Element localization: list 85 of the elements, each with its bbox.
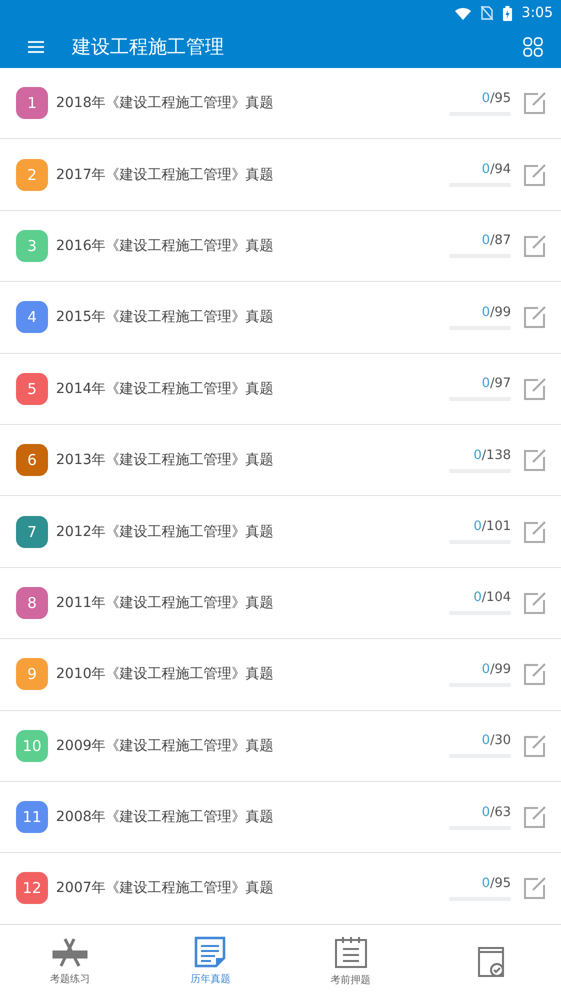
- progress-count: 0/99: [482, 304, 511, 320]
- paper-row[interactable]: 2 2017年《建设工程施工管理》真题 0/94: [0, 139, 561, 211]
- number-badge: 4: [16, 301, 48, 334]
- edit-icon: [523, 734, 547, 758]
- menu-button[interactable]: [28, 41, 44, 53]
- paper-row[interactable]: 10 2009年《建设工程施工管理》真题 0/30: [0, 710, 561, 782]
- edit-icon: [523, 162, 547, 187]
- edit-button[interactable]: [523, 305, 547, 330]
- number-badge: 2: [16, 158, 48, 191]
- paper-row[interactable]: 6 2013年《建设工程施工管理》真题 0/138: [0, 424, 561, 496]
- edit-button[interactable]: [523, 448, 547, 472]
- paper-title: 2014年《建设工程施工管理》真题: [56, 380, 275, 398]
- number-badge: 1: [16, 87, 48, 120]
- document-icon: [194, 936, 226, 968]
- status-time: 3:05: [522, 5, 553, 21]
- edit-icon: [523, 448, 547, 472]
- grid-button[interactable]: [523, 37, 543, 57]
- app-title: 建设工程施工管理: [72, 35, 225, 60]
- paper-title: 2012年《建设工程施工管理》真题: [56, 522, 275, 541]
- paper-row[interactable]: 9 2010年《建设工程施工管理》真题 0/99: [0, 639, 561, 711]
- edit-icon: [523, 805, 547, 830]
- paper-title: 2015年《建设工程施工管理》真题: [56, 308, 275, 326]
- paper-row[interactable]: 1 2018年《建设工程施工管理》真题 0/95: [0, 68, 561, 140]
- progress-count: 0/99: [482, 662, 511, 677]
- edit-button[interactable]: [523, 876, 547, 900]
- edit-button[interactable]: [523, 91, 547, 116]
- paper-title: 2017年《建设工程施工管理》真题: [56, 166, 275, 184]
- edit-icon: [523, 662, 547, 686]
- notepad-icon: [334, 935, 368, 969]
- progress-count: 0/101: [474, 519, 511, 534]
- progress-count: 0/104: [474, 590, 511, 606]
- edit-icon: [523, 376, 547, 401]
- edit-button[interactable]: [523, 376, 547, 401]
- progress-count: 0/63: [482, 804, 511, 820]
- nav-tab[interactable]: 历年真题: [140, 925, 280, 997]
- paper-title: 2011年《建设工程施工管理》真题: [56, 594, 275, 612]
- edit-icon: [523, 590, 547, 615]
- paper-title: 2008年《建设工程施工管理》真题: [56, 808, 275, 826]
- progress-count: 0/138: [474, 448, 511, 463]
- paper-title: 2009年《建设工程施工管理》真题: [56, 736, 275, 755]
- number-badge: 6: [16, 444, 48, 476]
- number-badge: 7: [16, 516, 48, 548]
- paper-row[interactable]: 3 2016年《建设工程施工管理》真题 0/87: [0, 210, 561, 282]
- progress-count: 0/95: [482, 90, 511, 106]
- paper-title: 2013年《建设工程施工管理》真题: [56, 451, 275, 470]
- number-badge: 11: [16, 801, 48, 834]
- edit-icon: [523, 305, 547, 330]
- progress-count: 0/95: [482, 876, 511, 891]
- progress-count: 0/30: [482, 733, 511, 748]
- paper-row[interactable]: 4 2015年《建设工程施工管理》真题 0/99: [0, 282, 561, 354]
- progress-count: 0/94: [482, 162, 511, 178]
- wifi-icon: [454, 6, 471, 20]
- nav-tab[interactable]: 考前押题: [280, 925, 421, 997]
- progress-count: 0/87: [482, 233, 511, 248]
- edit-button[interactable]: [523, 662, 547, 686]
- edit-button[interactable]: [523, 734, 547, 758]
- number-badge: 9: [16, 658, 48, 690]
- no-sim-icon: [480, 6, 493, 20]
- paper-row[interactable]: 5 2014年《建设工程施工管理》真题 0/97: [0, 354, 561, 425]
- edit-icon: [523, 520, 547, 544]
- edit-icon: [523, 234, 547, 258]
- number-badge: 12: [16, 872, 48, 904]
- number-badge: 5: [16, 372, 48, 405]
- number-badge: 10: [16, 730, 48, 762]
- paper-row[interactable]: 7 2012年《建设工程施工管理》真题 0/101: [0, 496, 561, 568]
- paper-title: 2016年《建设工程施工管理》真题: [56, 236, 275, 255]
- edit-icon: [523, 91, 547, 116]
- battery-icon: [502, 6, 512, 20]
- edit-icon: [523, 876, 547, 900]
- edit-button[interactable]: [523, 590, 547, 615]
- progress-count: 0/97: [482, 376, 511, 392]
- paper-title: 2010年《建设工程施工管理》真题: [56, 665, 275, 684]
- edit-button[interactable]: [523, 520, 547, 544]
- number-badge: 8: [16, 586, 48, 619]
- paper-title: 2018年《建设工程施工管理》真题: [56, 94, 275, 112]
- grid-icon: [523, 37, 543, 57]
- nav-tab[interactable]: 考题练习: [0, 925, 140, 997]
- paper-title: 2007年《建设工程施工管理》真题: [56, 879, 275, 898]
- edit-button[interactable]: [523, 234, 547, 258]
- edit-button[interactable]: [523, 805, 547, 830]
- menu-icon: [28, 41, 44, 53]
- paper-row[interactable]: 8 2011年《建设工程施工管理》真题 0/104: [0, 568, 561, 640]
- number-badge: 3: [16, 230, 48, 262]
- edit-button[interactable]: [523, 162, 547, 187]
- paper-row[interactable]: 11 2008年《建设工程施工管理》真题 0/63: [0, 782, 561, 854]
